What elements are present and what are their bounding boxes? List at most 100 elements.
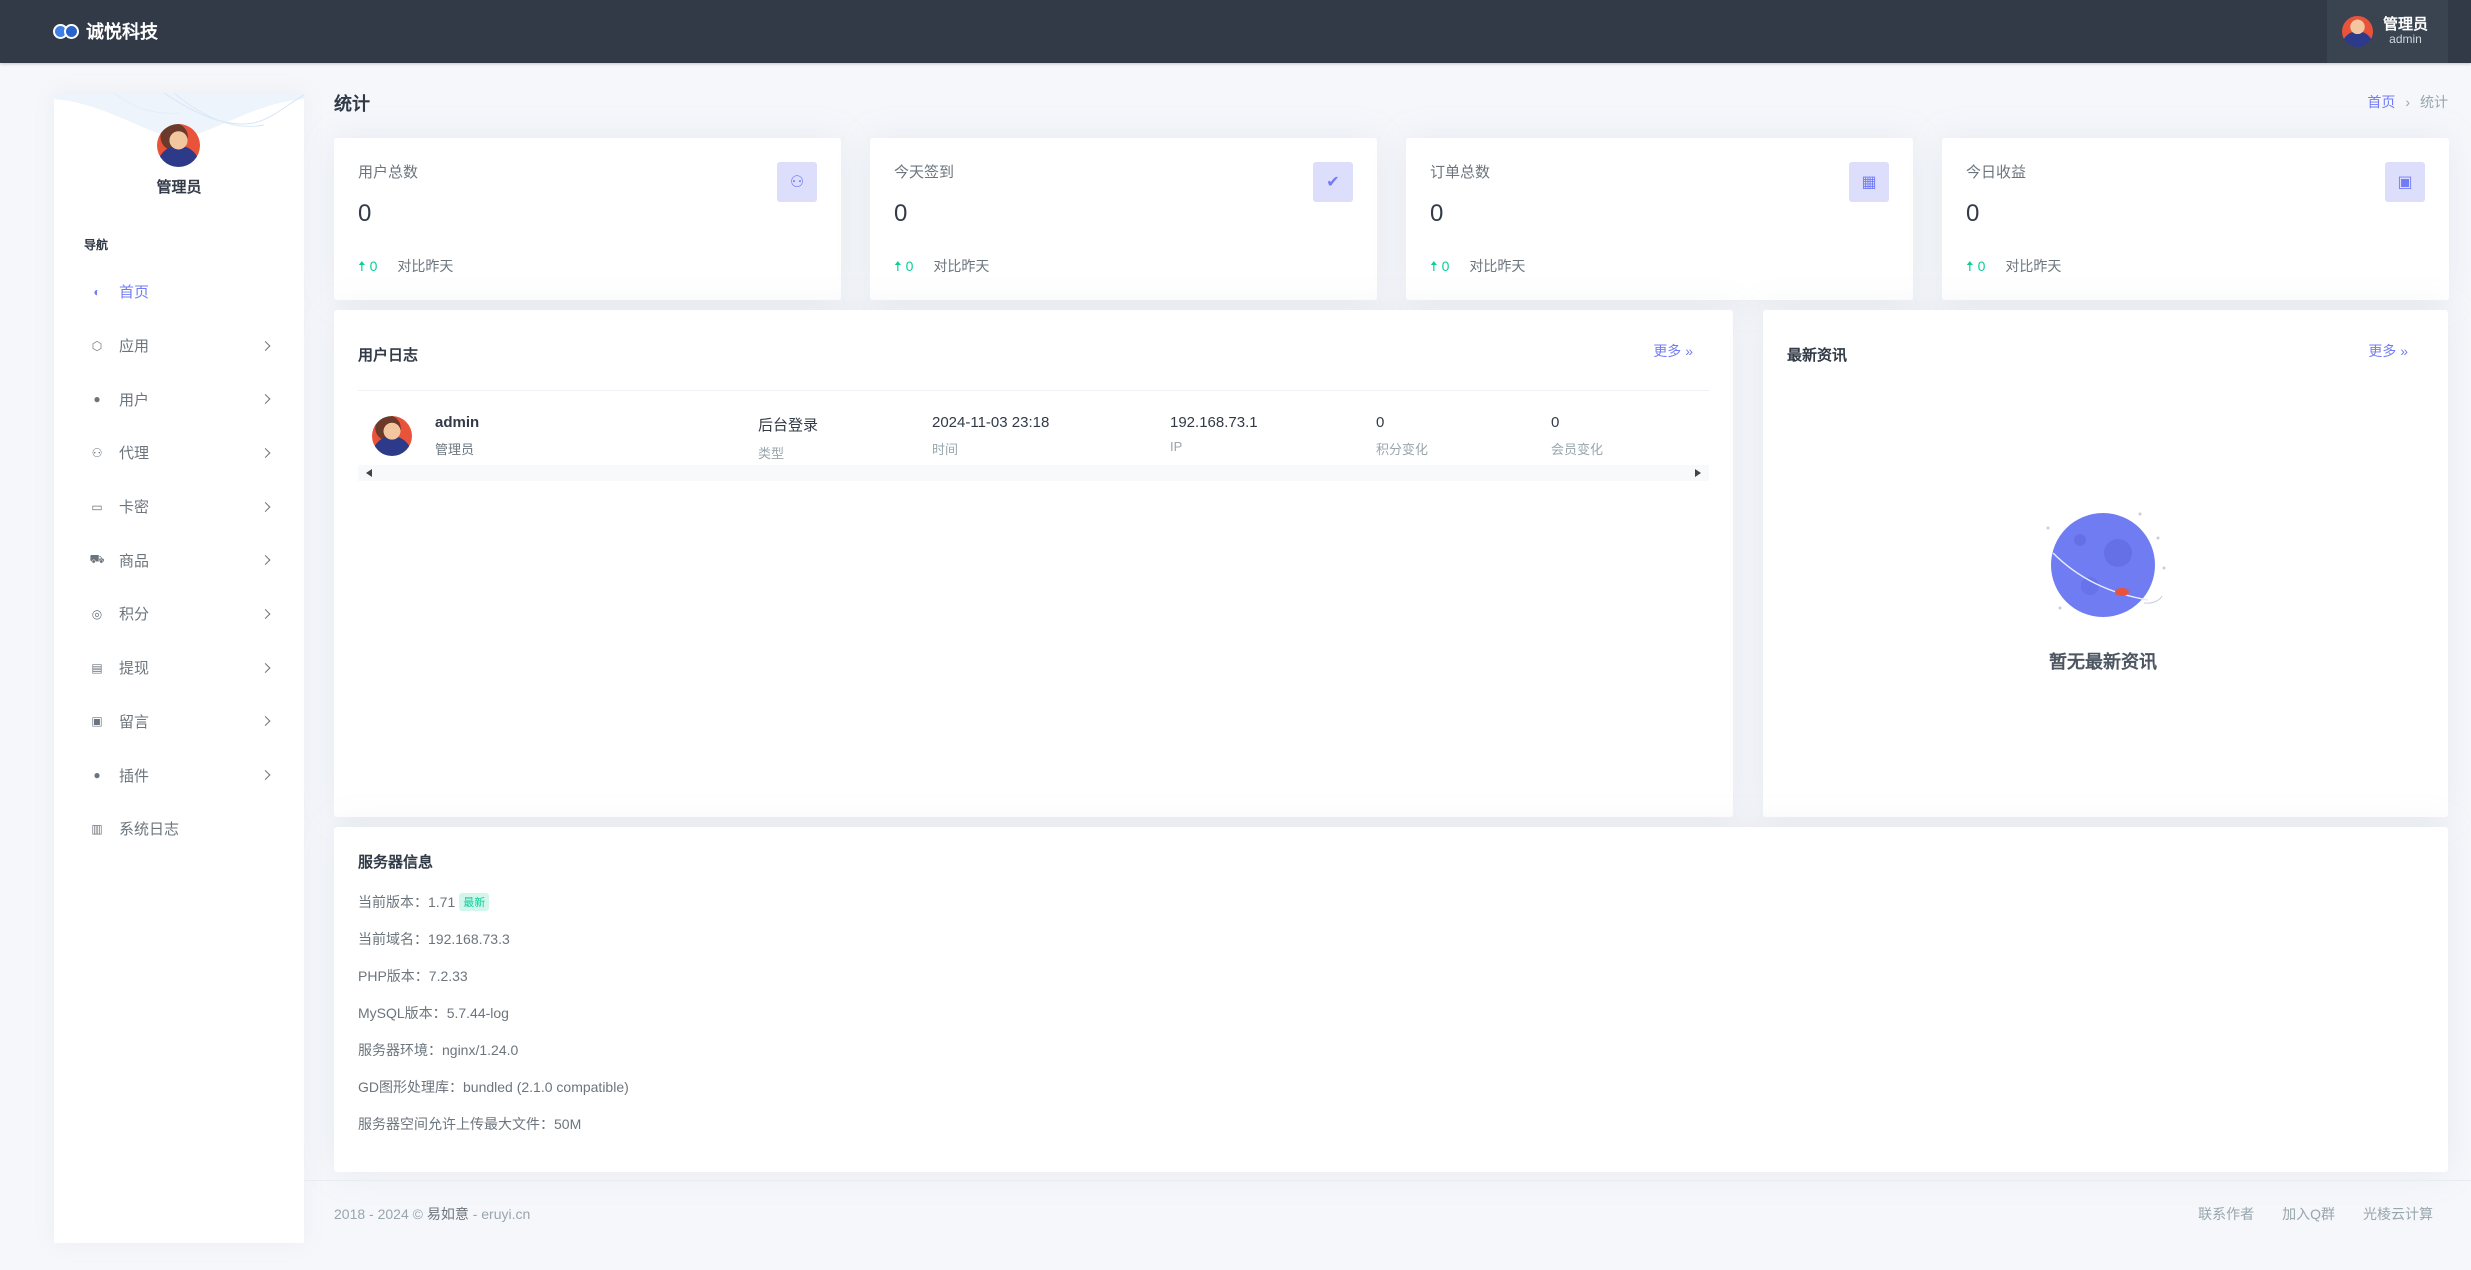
stat-label: 今天签到 xyxy=(894,164,955,181)
breadcrumb-home-link[interactable]: 首页 xyxy=(2367,92,2395,112)
server-domain: 192.168.73.3 xyxy=(428,931,510,947)
server-gd: bundled (2.1.0 compatible) xyxy=(463,1079,629,1095)
stat-value: 0 xyxy=(358,200,372,227)
sidebar-item-plugins[interactable]: ● 插件 xyxy=(54,748,304,802)
stat-value: 0 xyxy=(1966,200,1980,227)
stat-delta: 🠅 0 xyxy=(1430,258,1450,274)
chevron-right-icon xyxy=(260,609,271,619)
log-type-label: 类型 xyxy=(758,446,785,461)
topbar-user-sub: admin xyxy=(2389,31,2422,46)
sidebar-item-cards[interactable]: ▭ 卡密 xyxy=(54,480,304,534)
sidebar-user-name: 管理员 xyxy=(156,179,202,196)
news-title: 最新资讯 xyxy=(1787,347,1848,364)
server-mysql: 5.7.44-log xyxy=(446,1005,509,1021)
user-log-more-link[interactable]: 更多 » xyxy=(1653,341,1693,361)
stat-card-orders: 订单总数 0 ▦ 🠅 0 对比昨天 xyxy=(1406,138,1913,300)
stat-label: 用户总数 xyxy=(358,164,419,181)
footer-link-contact[interactable]: 联系作者 xyxy=(2198,1204,2254,1224)
sidebar-item-label: 系统日志 xyxy=(119,821,180,839)
page-title: 统计 xyxy=(334,94,370,114)
sidebar-item-goods[interactable]: ⛟ 商品 xyxy=(54,533,304,587)
sidebar-item-apps[interactable]: ⬡ 应用 xyxy=(54,319,304,373)
sidebar-item-withdraw[interactable]: ▤ 提现 xyxy=(54,641,304,695)
server-domain-line: 当前域名：192.168.73.3 xyxy=(358,931,510,947)
footer-link-cloud[interactable]: 光棱云计算 xyxy=(2363,1204,2433,1224)
footer-link-qq-group[interactable]: 加入Q群 xyxy=(2282,1204,2335,1224)
withdraw-icon: ▤ xyxy=(91,660,103,675)
log-icon: ▥ xyxy=(91,821,103,836)
stat-label: 订单总数 xyxy=(1430,164,1491,181)
chevron-right-icon xyxy=(260,394,271,405)
avatar xyxy=(2342,16,2373,47)
user-icon: ● xyxy=(93,392,101,407)
footer-copyright: 2018 - 2024 © 易如意 - eruyi.cn xyxy=(334,1206,531,1222)
sidebar-item-label: 积分 xyxy=(119,606,150,624)
sidebar-item-agents[interactable]: ⚇ 代理 xyxy=(54,426,304,480)
server-php-line: PHP版本：7.2.33 xyxy=(358,968,468,984)
home-icon: ◐ xyxy=(93,284,101,299)
stat-value: 0 xyxy=(1430,200,1444,227)
stat-label: 今日收益 xyxy=(1966,164,2027,181)
log-user-role: 管理员 xyxy=(435,442,475,457)
sidebar-item-home[interactable]: ◐ 首页 xyxy=(54,265,304,319)
scroll-right-icon[interactable] xyxy=(1695,469,1701,477)
stat-compare: 对比昨天 xyxy=(397,258,454,274)
nav-section-title: 导航 xyxy=(84,238,109,252)
chevron-right-icon xyxy=(260,770,271,780)
topbar-user-menu[interactable]: 管理员 admin xyxy=(2327,0,2448,63)
sidebar-item-users[interactable]: ● 用户 xyxy=(54,372,304,426)
footer-author[interactable]: 易如意 xyxy=(427,1206,469,1222)
chevron-right-icon xyxy=(260,662,271,673)
sidebar-item-label: 用户 xyxy=(119,391,150,409)
server-php: 7.2.33 xyxy=(428,968,468,984)
card-icon: ▭ xyxy=(91,499,103,514)
horizontal-scrollbar[interactable] xyxy=(358,465,1709,481)
sidebar-item-label: 插件 xyxy=(119,767,150,785)
sidebar: 管理员 导航 ◐ 首页 ⬡ 应用 ● 用户 ⚇ 代理 ▭ 卡密 ⛟ 商品 ◎ 积… xyxy=(54,93,304,1243)
stat-compare: 对比昨天 xyxy=(2005,258,2062,274)
sidebar-item-messages[interactable]: ▣ 留言 xyxy=(54,695,304,749)
stat-delta: 🠅 0 xyxy=(1966,258,1986,274)
user-log-card: 用户日志 更多 » admin 管理员 后台登录 类型 2024-11-03 2… xyxy=(334,310,1733,817)
stat-compare: 对比昨天 xyxy=(933,258,990,274)
sidebar-item-label: 代理 xyxy=(119,445,150,463)
breadcrumb: 首页 › 统计 xyxy=(2367,92,2448,112)
topbar-user-name: 管理员 xyxy=(2383,15,2429,33)
footer-links: 联系作者 加入Q群 光棱云计算 xyxy=(2198,1204,2433,1224)
sidebar-item-points[interactable]: ◎ 积分 xyxy=(54,587,304,641)
box-icon: ⬡ xyxy=(91,338,103,353)
scroll-left-icon[interactable] xyxy=(366,469,372,477)
server-version: 1.71 xyxy=(428,894,456,910)
cart-icon: ⛟ xyxy=(89,552,105,567)
sidebar-item-label: 卡密 xyxy=(119,499,150,517)
news-more-link[interactable]: 更多 » xyxy=(2368,341,2408,361)
log-type: 后台登录 xyxy=(758,417,819,434)
chevron-right-icon xyxy=(260,555,271,566)
status-badge: 最新 xyxy=(459,893,490,911)
sidebar-item-label: 提现 xyxy=(119,660,150,678)
sidebar-item-system-log[interactable]: ▥ 系统日志 xyxy=(54,802,304,856)
server-info-title: 服务器信息 xyxy=(358,854,434,871)
table-row[interactable]: admin 管理员 后台登录 类型 2024-11-03 23:18 时间 19… xyxy=(358,400,1709,461)
stat-card-users: 用户总数 0 ⚇ 🠅 0 对比昨天 xyxy=(334,138,841,300)
stat-compare: 对比昨天 xyxy=(1469,258,1526,274)
breadcrumb-current: 统计 xyxy=(2420,94,2448,110)
chevron-right-icon xyxy=(260,447,271,458)
sidebar-avatar[interactable] xyxy=(157,124,200,167)
plugin-icon: ● xyxy=(93,768,101,783)
news-empty-text: 暂无最新资讯 xyxy=(2049,652,2157,672)
breadcrumb-separator: › xyxy=(2405,94,2410,110)
brand[interactable]: 诚悦科技 xyxy=(53,18,158,44)
calendar-icon: ▦ xyxy=(1849,162,1889,202)
chevron-right-icon xyxy=(260,501,271,512)
users-icon: ⚇ xyxy=(91,445,103,460)
stat-delta: 🠅 0 xyxy=(358,258,378,274)
empty-planet-illustration xyxy=(2046,512,2166,617)
server-info-card: 服务器信息 当前版本：1.71 最新 当前域名：192.168.73.3 PHP版… xyxy=(334,827,2448,1172)
stat-value: 0 xyxy=(894,200,908,227)
server-env-line: 服务器环境：nginx/1.24.0 xyxy=(358,1042,519,1058)
log-points: 0 xyxy=(1376,414,1385,431)
log-points-label: 积分变化 xyxy=(1376,442,1429,457)
log-ip-label: IP xyxy=(1170,439,1183,454)
server-upload-line: 服务器空间允许上传最大文件：50M xyxy=(358,1116,582,1132)
